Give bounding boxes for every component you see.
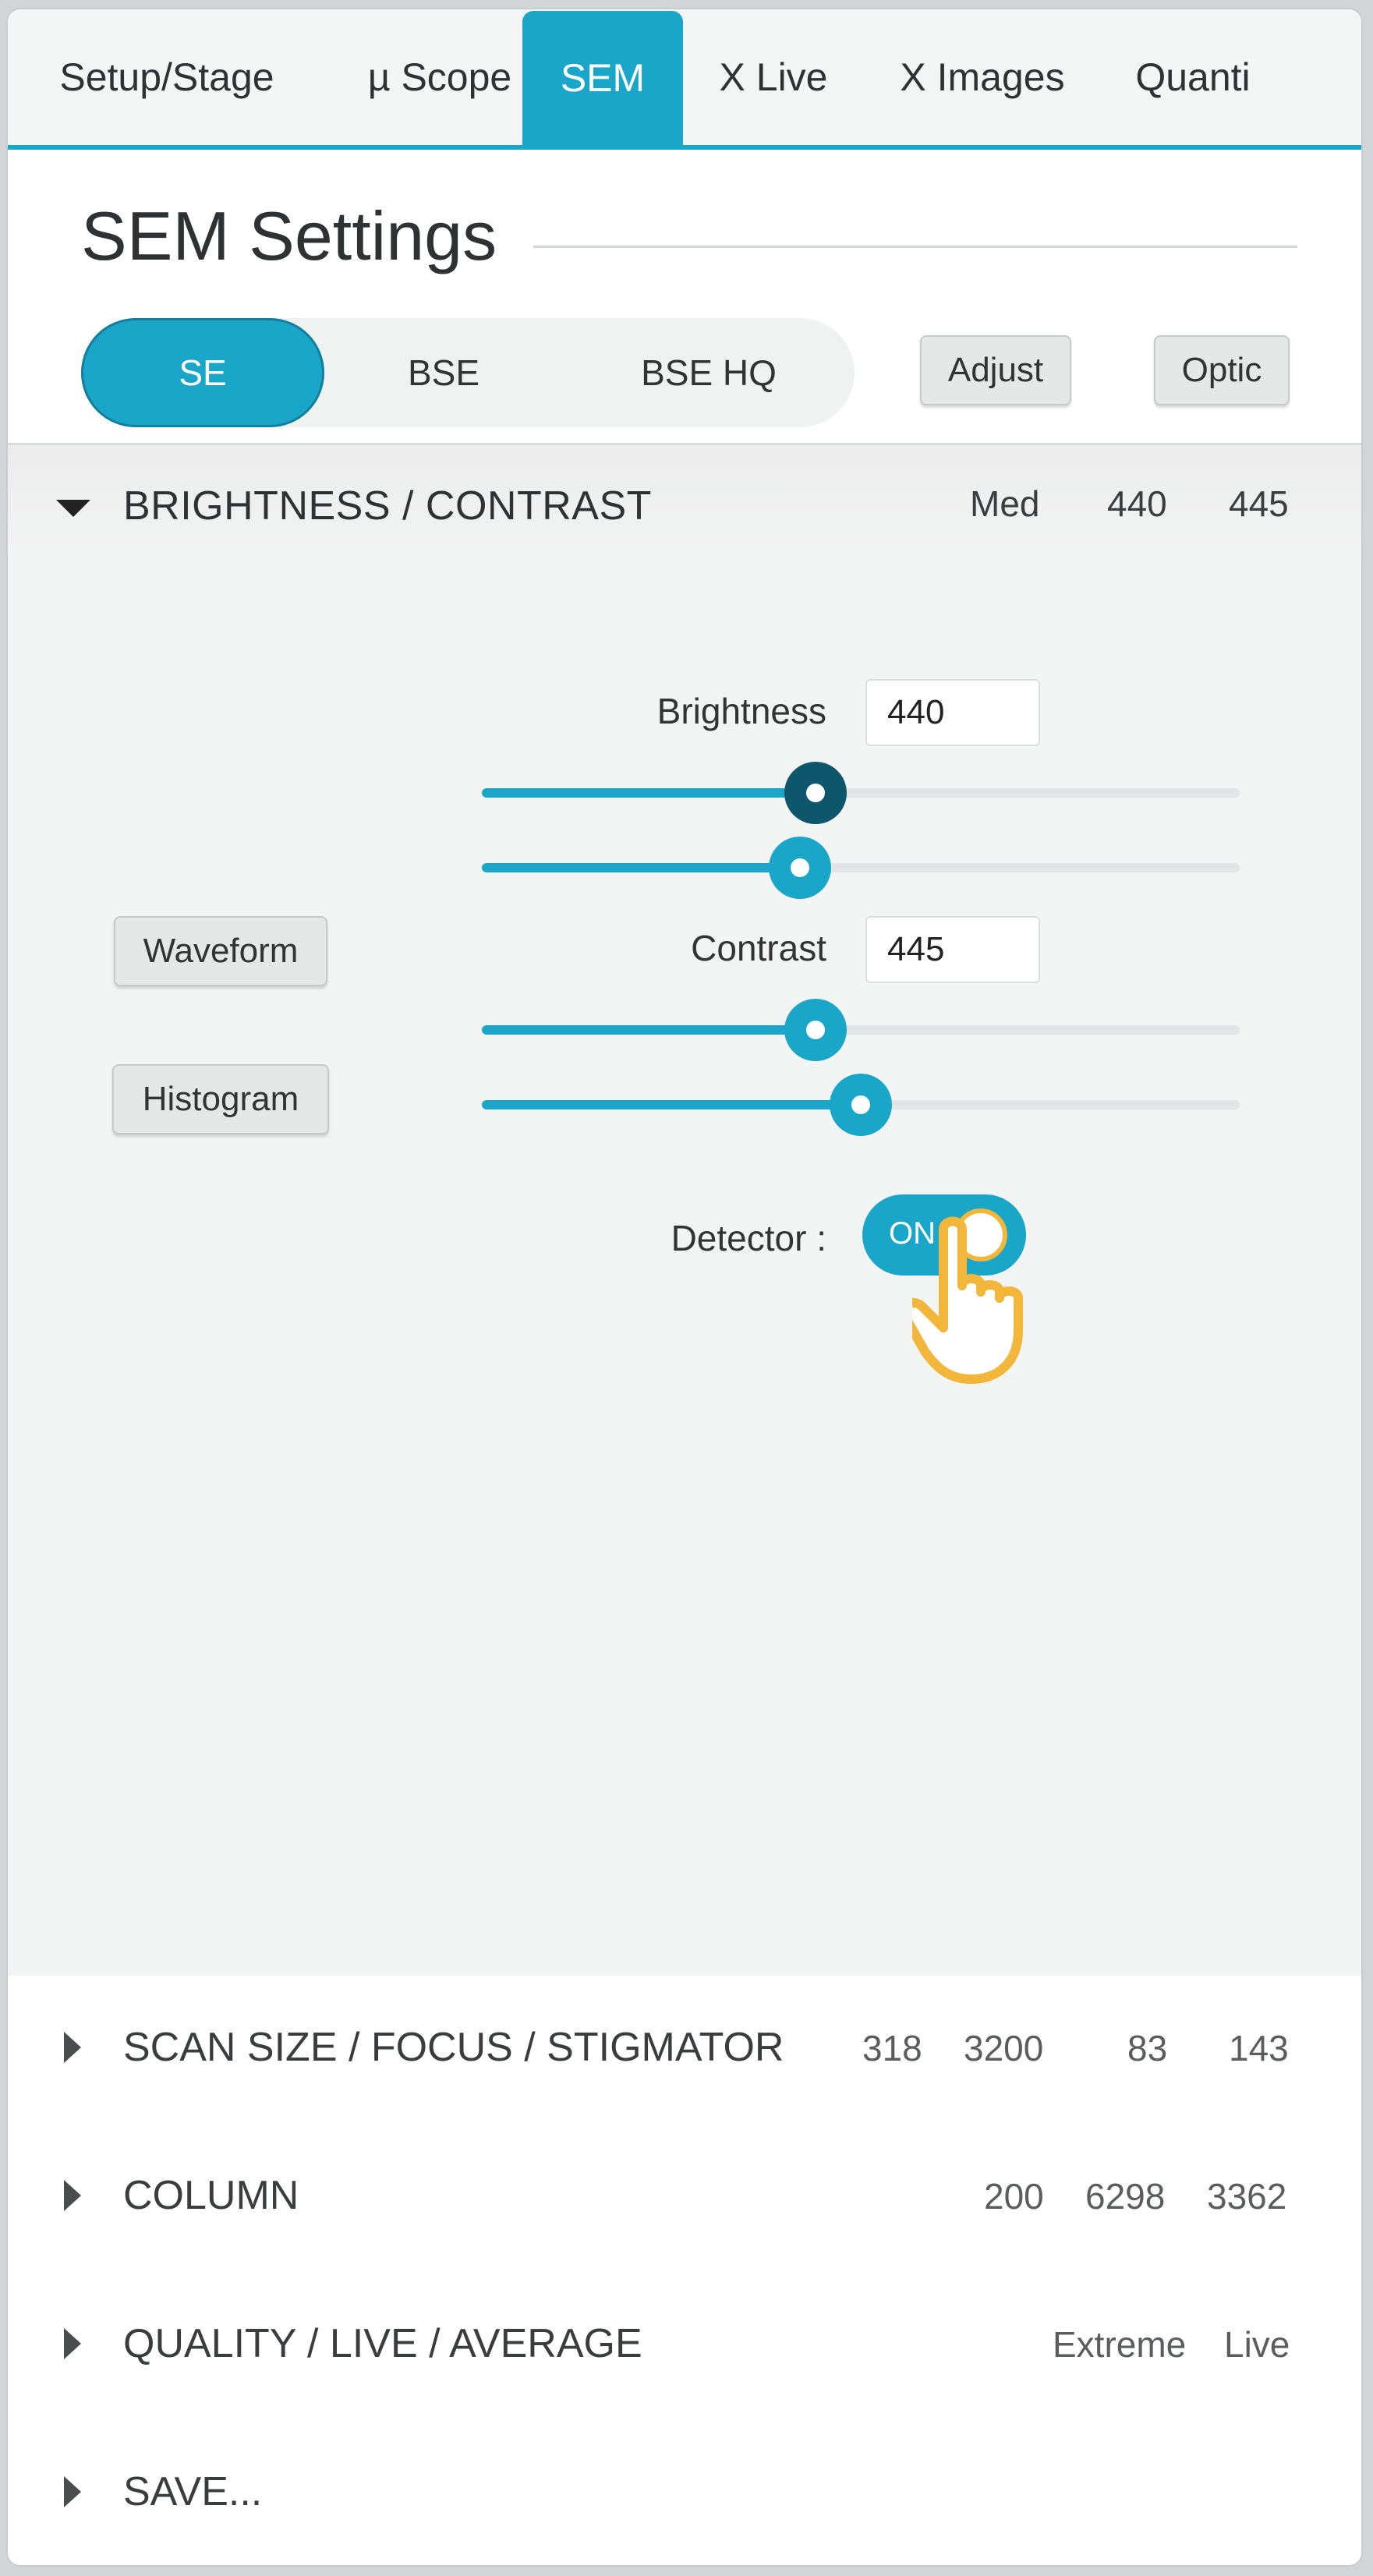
section-title: BRIGHTNESS / CONTRAST	[123, 483, 652, 529]
section-title: SCAN SIZE / FOCUS / STIGMATOR	[123, 2025, 784, 2070]
hand-pointer-icon	[912, 1216, 1023, 1384]
contrast-fine-slider[interactable]	[482, 1074, 1240, 1136]
tab-u-scope[interactable]: µ Scope	[331, 9, 549, 145]
detector-mode-selector: SE BSE BSE HQ	[81, 318, 855, 427]
summary-value: 445	[1229, 483, 1289, 524]
detector-label: Detector :	[671, 1218, 826, 1258]
tab-x-images[interactable]: X Images	[881, 9, 1084, 145]
summary-value: 3362	[1207, 2176, 1287, 2217]
summary-value: 440	[1107, 483, 1167, 524]
column-section[interactable]: COLUMN 200 6298 3362	[8, 2124, 1361, 2272]
triangle-down-icon	[56, 500, 90, 517]
mode-bse-hq-button[interactable]: BSE HQ	[580, 318, 837, 427]
quality-section[interactable]: QUALITY / LIVE / AVERAGE Extreme Live	[8, 2272, 1361, 2420]
page-title: SEM Settings	[81, 197, 497, 274]
save-section[interactable]: SAVE...	[8, 2420, 1361, 2565]
contrast-label: Contrast	[691, 928, 826, 968]
summary-value: Med	[970, 483, 1040, 524]
waveform-button[interactable]: Waveform	[114, 916, 327, 986]
slider-knob[interactable]	[784, 762, 847, 824]
triangle-right-icon	[64, 2032, 81, 2063]
section-title: COLUMN	[123, 2173, 299, 2218]
adjust-button[interactable]: Adjust	[920, 335, 1071, 405]
summary-value: 6298	[1085, 2176, 1166, 2217]
scan-size-section[interactable]: SCAN SIZE / FOCUS / STIGMATOR 318 3200 8…	[8, 1976, 1361, 2124]
tab-quanti[interactable]: Quanti	[1115, 9, 1271, 145]
slider-knob[interactable]	[784, 999, 847, 1061]
brightness-input[interactable]	[865, 679, 1040, 746]
section-title: QUALITY / LIVE / AVERAGE	[123, 2321, 642, 2366]
tab-bar: Setup/Stage µ Scope SEM X Live X Images …	[8, 9, 1361, 150]
mode-bse-button[interactable]: BSE	[338, 318, 549, 427]
summary-value: 83	[1127, 2028, 1168, 2068]
brightness-contrast-section: BRIGHTNESS / CONTRAST Med 440 445 Bright…	[8, 443, 1361, 1978]
contrast-input[interactable]	[865, 916, 1040, 983]
summary-value: 318	[862, 2028, 922, 2068]
summary-value: Live	[1224, 2324, 1290, 2365]
tab-sem[interactable]: SEM	[522, 11, 683, 145]
slider-knob[interactable]	[769, 837, 832, 899]
triangle-right-icon	[64, 2180, 81, 2211]
summary-value: 143	[1229, 2028, 1289, 2068]
contrast-coarse-slider[interactable]	[482, 999, 1240, 1061]
brightness-label: Brightness	[656, 691, 826, 731]
mode-se-button[interactable]: SE	[81, 318, 324, 427]
tab-setup-stage[interactable]: Setup/Stage	[42, 9, 292, 145]
tab-x-live[interactable]: X Live	[703, 9, 844, 145]
histogram-button[interactable]: Histogram	[112, 1064, 329, 1134]
triangle-right-icon	[64, 2328, 81, 2359]
title-divider	[533, 246, 1297, 248]
brightness-fine-slider[interactable]	[482, 837, 1240, 899]
summary-value: 200	[984, 2176, 1044, 2217]
sem-panel: Setup/Stage µ Scope SEM X Live X Images …	[8, 9, 1361, 2565]
summary-value: 3200	[964, 2028, 1044, 2068]
optic-button[interactable]: Optic	[1154, 335, 1290, 405]
brightness-contrast-header[interactable]: BRIGHTNESS / CONTRAST Med 440 445	[8, 445, 1361, 562]
brightness-coarse-slider[interactable]	[482, 762, 1240, 824]
summary-value: Extreme	[1053, 2324, 1187, 2365]
section-title: SAVE...	[123, 2469, 263, 2514]
triangle-right-icon	[64, 2476, 81, 2507]
slider-knob[interactable]	[830, 1074, 892, 1136]
